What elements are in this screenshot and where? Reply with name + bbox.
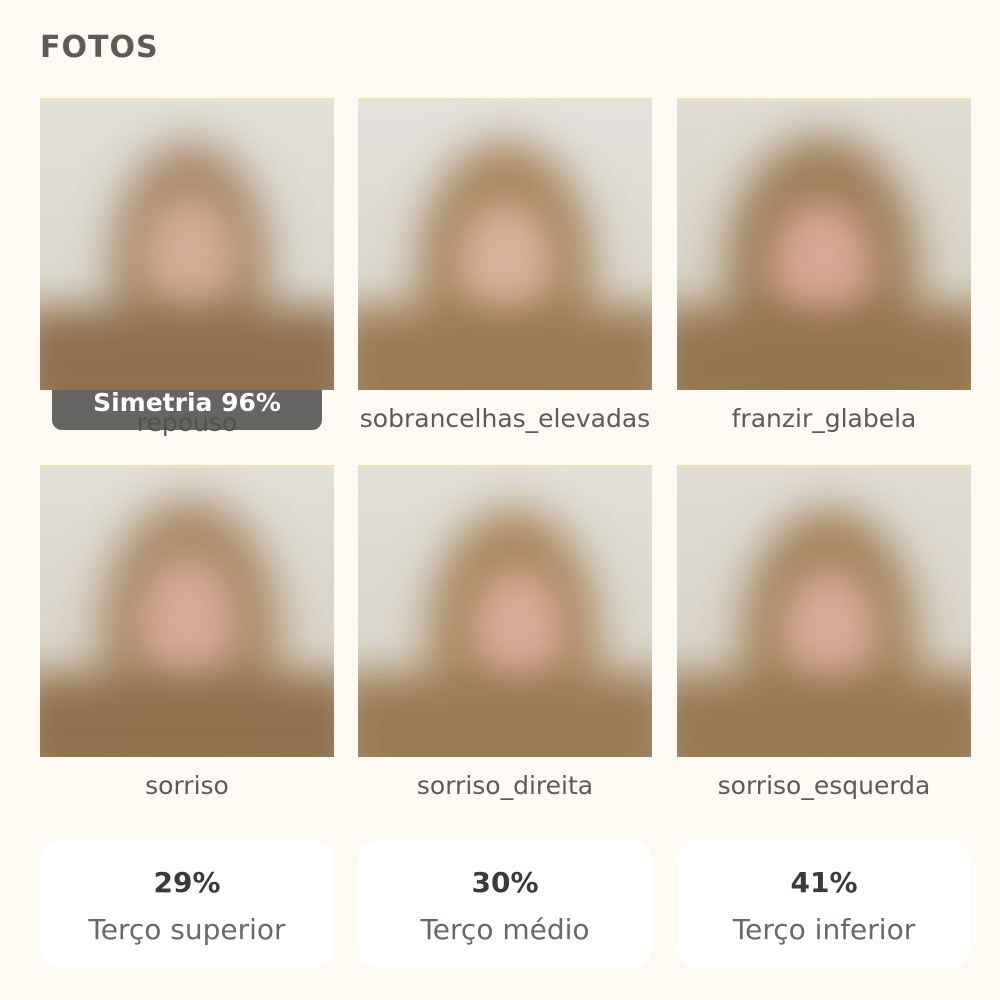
photo-thumbnail[interactable] xyxy=(358,98,652,390)
photo-thumbnail[interactable] xyxy=(677,98,971,390)
stat-value: 29% xyxy=(153,866,221,899)
stat-card-lower-third: 41% Terço inferior xyxy=(677,840,971,968)
photo-thumbnail[interactable] xyxy=(40,465,334,757)
photo-label: franzir_glabela xyxy=(731,404,917,433)
photo-thumbnail[interactable] xyxy=(40,98,334,390)
stat-value: 41% xyxy=(790,866,858,899)
symmetry-badge: Simetria 96% xyxy=(52,390,322,430)
photo-tile-sobrancelhas-elevadas[interactable]: sobrancelhas_elevadas xyxy=(358,98,652,433)
photo-thumbnail[interactable] xyxy=(677,465,971,757)
photos-panel: FOTOS Simetria 96% repouso sobrancelhas_… xyxy=(0,0,1000,1000)
photo-thumbnail[interactable] xyxy=(358,465,652,757)
photo-label: sorriso xyxy=(145,771,229,800)
stat-card-upper-third: 29% Terço superior xyxy=(40,840,334,968)
stat-label: Terço superior xyxy=(88,913,286,946)
photo-tile-repouso[interactable]: Simetria 96% repouso xyxy=(40,98,334,437)
stat-label: Terço médio xyxy=(420,913,590,946)
photo-label: sorriso_direita xyxy=(416,771,594,800)
photo-tile-franzir-glabela[interactable]: franzir_glabela xyxy=(677,98,971,433)
photo-label: sorriso_esquerda xyxy=(717,771,931,800)
stat-value: 30% xyxy=(471,866,539,899)
section-title: FOTOS xyxy=(40,30,159,65)
photo-label: sobrancelhas_elevadas xyxy=(359,404,651,433)
photo-tile-sorriso-esquerda[interactable]: sorriso_esquerda xyxy=(677,465,971,800)
photo-tile-sorriso-direita[interactable]: sorriso_direita xyxy=(358,465,652,800)
photo-tile-sorriso[interactable]: sorriso xyxy=(40,465,334,800)
stat-label: Terço inferior xyxy=(732,913,916,946)
stat-card-middle-third: 30% Terço médio xyxy=(358,840,652,968)
